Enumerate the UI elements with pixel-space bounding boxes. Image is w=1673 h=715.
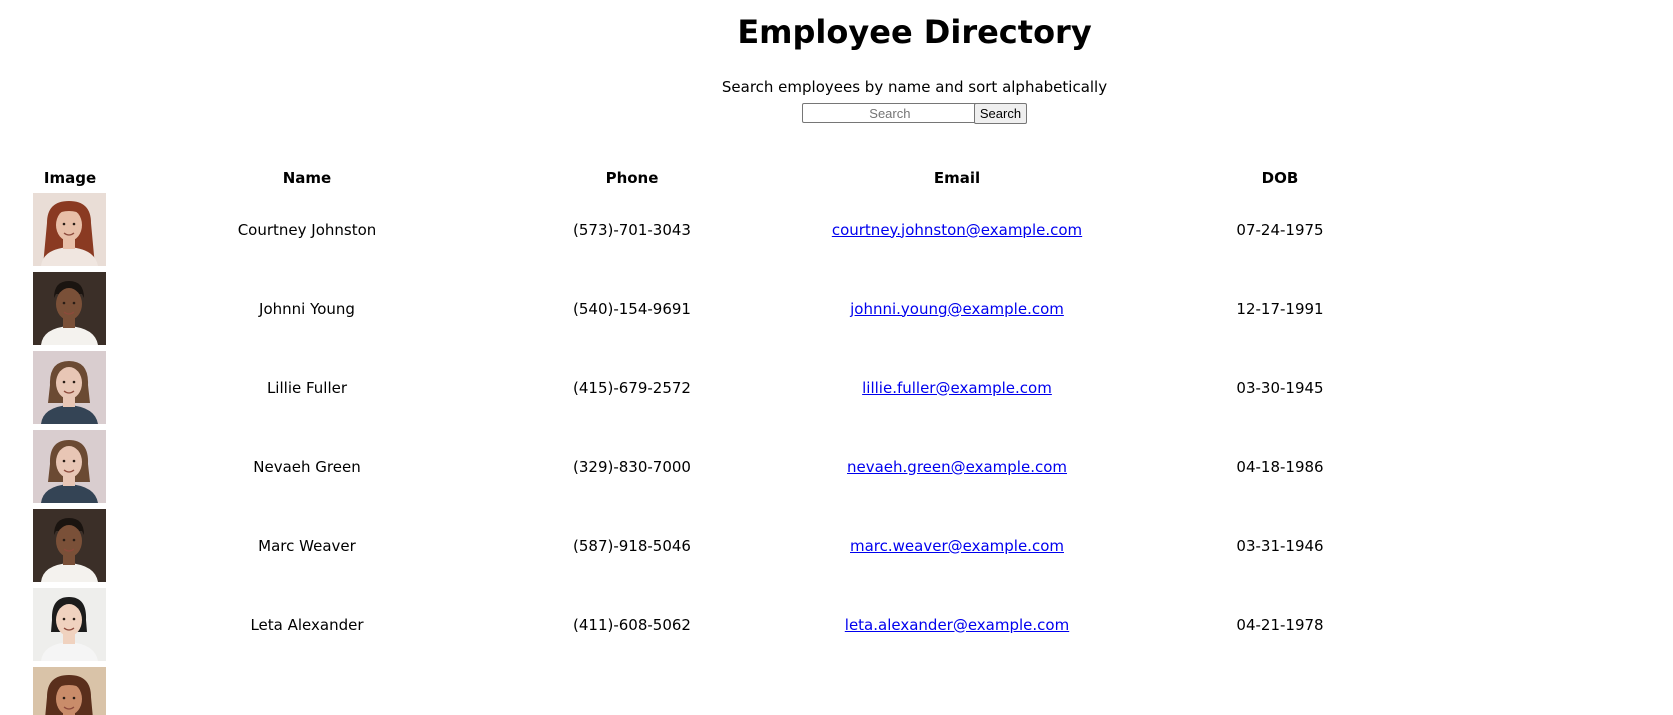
employee-email-cell: johnni.young@example.com bbox=[757, 272, 1157, 345]
column-header-image[interactable]: Image bbox=[33, 170, 107, 187]
employee-phone-cell: (587)-918-5046 bbox=[507, 509, 757, 582]
email-link[interactable]: johnni.young@example.com bbox=[850, 300, 1064, 318]
employee-dob-cell: 12-17-1991 bbox=[1157, 272, 1403, 345]
employee-dob: 07-24-1975 bbox=[1236, 220, 1324, 239]
employee-phone: (540)-154-9691 bbox=[573, 299, 691, 318]
employee-photo-cell bbox=[33, 430, 107, 503]
employee-photo-cell bbox=[33, 667, 107, 715]
page-title: Employee Directory bbox=[737, 13, 1092, 51]
employee-dob: 03-30-1945 bbox=[1236, 378, 1324, 397]
employee-dob: 04-18-1986 bbox=[1236, 457, 1324, 476]
search-input[interactable] bbox=[801, 103, 978, 123]
employee-name-cell: Marc Weaver bbox=[107, 509, 507, 582]
employee-email-cell: nevaeh.green@example.com bbox=[757, 430, 1157, 503]
employee-photo bbox=[33, 430, 106, 503]
employee-dob-cell: 04-18-1986 bbox=[1157, 430, 1403, 503]
table-row: Johnni Young (540)-154-9691 johnni.young@e… bbox=[33, 272, 1403, 345]
employee-email-cell: marc.weaver@example.com bbox=[757, 509, 1157, 582]
page-header: Employee Directory Search employees by n… bbox=[0, 0, 1673, 127]
employee-dob-cell bbox=[1157, 667, 1403, 715]
employee-dob: 04-21-1978 bbox=[1236, 615, 1324, 634]
email-link[interactable]: lillie.fuller@example.com bbox=[862, 379, 1052, 397]
employee-photo bbox=[33, 667, 106, 715]
employee-name-cell bbox=[107, 667, 507, 715]
employee-directory-page: Employee Directory Search employees by n… bbox=[0, 0, 1673, 715]
employee-photo bbox=[33, 509, 106, 582]
search-bar: Search bbox=[78, 103, 1673, 127]
employee-photo bbox=[33, 272, 106, 345]
employee-photo bbox=[33, 351, 106, 424]
employee-name-cell: Courtney Johnston bbox=[107, 193, 507, 266]
email-link[interactable]: courtney.johnston@example.com bbox=[832, 221, 1082, 239]
employee-photo-cell bbox=[33, 509, 107, 582]
employee-phone: (587)-918-5046 bbox=[573, 536, 691, 555]
employee-name: Lillie Fuller bbox=[266, 378, 348, 397]
employee-email-cell bbox=[757, 667, 1157, 715]
employee-table-body: Courtney Johnston (573)-701-3043 courtney.… bbox=[33, 193, 1403, 715]
email-link[interactable]: leta.alexander@example.com bbox=[845, 616, 1069, 634]
column-header-phone[interactable]: Phone bbox=[507, 170, 757, 187]
employee-photo-cell bbox=[33, 272, 107, 345]
employee-phone-cell bbox=[507, 667, 757, 715]
employee-dob: 03-31-1946 bbox=[1236, 536, 1324, 555]
employee-email-cell: leta.alexander@example.com bbox=[757, 588, 1157, 661]
employee-phone: (415)-679-2572 bbox=[573, 378, 691, 397]
employee-phone: (411)-608-5062 bbox=[573, 615, 691, 634]
employee-photo bbox=[33, 193, 106, 266]
employee-table: Image Name Phone Email DOB Courtney John… bbox=[33, 164, 1403, 715]
employee-photo-cell bbox=[33, 351, 107, 424]
employee-photo-cell bbox=[33, 193, 107, 266]
employee-name: Leta Alexander bbox=[250, 615, 364, 634]
table-row: Marc Weaver (587)-918-5046 marc.weaver@exa… bbox=[33, 509, 1403, 582]
employee-dob-cell: 03-31-1946 bbox=[1157, 509, 1403, 582]
employee-phone-cell: (415)-679-2572 bbox=[507, 351, 757, 424]
employee-dob: 12-17-1991 bbox=[1236, 299, 1324, 318]
employee-phone: (329)-830-7000 bbox=[573, 457, 691, 476]
employee-name: Courtney Johnston bbox=[237, 220, 377, 239]
table-row: Courtney Johnston (573)-701-3043 courtney.… bbox=[33, 193, 1403, 266]
employee-dob-cell: 03-30-1945 bbox=[1157, 351, 1403, 424]
column-header-dob[interactable]: DOB bbox=[1157, 170, 1403, 187]
employee-phone-cell: (540)-154-9691 bbox=[507, 272, 757, 345]
employee-photo-cell bbox=[33, 588, 107, 661]
employee-name-cell: Lillie Fuller bbox=[107, 351, 507, 424]
table-row bbox=[33, 667, 1403, 715]
employee-email-cell: lillie.fuller@example.com bbox=[757, 351, 1157, 424]
column-header-email[interactable]: Email bbox=[757, 170, 1157, 187]
employee-name: Johnni Young bbox=[259, 299, 355, 318]
table-row: Nevaeh Green (329)-830-7000 nevaeh.green@e… bbox=[33, 430, 1403, 503]
employee-email-cell: courtney.johnston@example.com bbox=[757, 193, 1157, 266]
employee-name-cell: Johnni Young bbox=[107, 272, 507, 345]
page-subtitle: Search employees by name and sort alphab… bbox=[721, 78, 1108, 96]
employee-phone: (573)-701-3043 bbox=[573, 220, 691, 239]
employee-phone-cell: (329)-830-7000 bbox=[507, 430, 757, 503]
employee-name-cell: Leta Alexander bbox=[107, 588, 507, 661]
employee-name: Nevaeh Green bbox=[253, 457, 361, 476]
search-button[interactable]: Search bbox=[973, 103, 1028, 124]
employee-name: Marc Weaver bbox=[258, 536, 356, 555]
table-header-row: Image Name Phone Email DOB bbox=[33, 170, 1403, 187]
employee-phone-cell: (573)-701-3043 bbox=[507, 193, 757, 266]
employee-photo bbox=[33, 588, 106, 661]
employee-dob-cell: 07-24-1975 bbox=[1157, 193, 1403, 266]
employee-phone-cell: (411)-608-5062 bbox=[507, 588, 757, 661]
employee-dob-cell: 04-21-1978 bbox=[1157, 588, 1403, 661]
email-link[interactable]: nevaeh.green@example.com bbox=[847, 458, 1067, 476]
table-row: Leta Alexander (411)-608-5062 leta.alexand… bbox=[33, 588, 1403, 661]
email-link[interactable]: marc.weaver@example.com bbox=[850, 537, 1064, 555]
column-header-name[interactable]: Name bbox=[107, 170, 507, 187]
employee-name-cell: Nevaeh Green bbox=[107, 430, 507, 503]
table-row: Lillie Fuller (415)-679-2572 lillie.fuller… bbox=[33, 351, 1403, 424]
